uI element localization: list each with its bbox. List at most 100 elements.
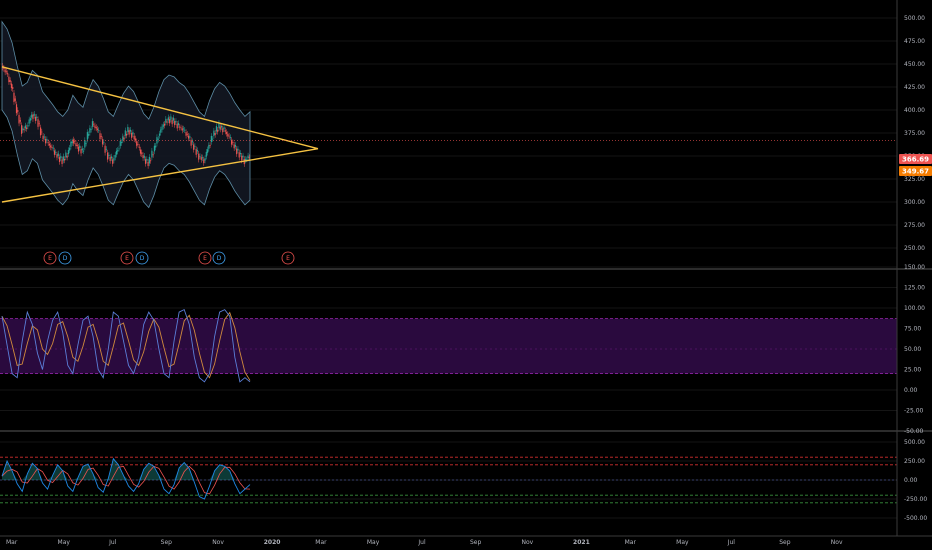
stochastic-axis-label[interactable]: 0.00	[904, 387, 918, 394]
time-axis-label[interactable]: 2020	[264, 539, 281, 546]
cci-axis-label[interactable]: 0.00	[904, 477, 918, 484]
candle-body	[70, 141, 72, 147]
candle-body	[90, 129, 92, 130]
candle-body	[214, 133, 216, 135]
time-axis-label[interactable]: Sep	[161, 539, 173, 546]
price-axis-label[interactable]: 275.00	[904, 222, 925, 229]
time-axis-label[interactable]: Jul	[108, 539, 117, 546]
time-axis-label[interactable]: Mar	[6, 539, 18, 546]
candle-body	[181, 128, 183, 131]
event-letter: E	[48, 255, 52, 262]
candle-body	[165, 118, 167, 123]
cci-axis-label[interactable]: 250.00	[904, 458, 925, 465]
candle-body	[204, 158, 206, 161]
trading-chart[interactable]: E D E D E D E 500.00 475.00 450.00 425.00 400.00 37…	[0, 0, 932, 550]
stochastic-axis-label[interactable]: 75.00	[904, 326, 921, 333]
candle-body	[242, 155, 244, 158]
candle-body	[113, 157, 115, 161]
candle-body	[189, 136, 191, 138]
cci-axis-label[interactable]: 500.00	[904, 439, 925, 446]
candle-body	[239, 152, 242, 155]
candle-body	[66, 155, 68, 158]
candle-body	[232, 142, 234, 143]
candle-body	[167, 117, 169, 121]
price-axis-label[interactable]: 500.00	[904, 15, 925, 22]
candle-body	[123, 137, 125, 140]
candle-body	[176, 123, 178, 129]
stochastic-axis-label[interactable]: 50.00	[904, 346, 921, 353]
time-axis-label[interactable]: Sep	[470, 539, 482, 546]
candle-body	[108, 154, 110, 156]
candle-body	[236, 148, 238, 155]
candle-body	[103, 142, 105, 143]
candle-body	[10, 83, 13, 89]
price-tag: 366.69	[899, 154, 932, 164]
candle-body	[247, 155, 249, 159]
time-axis-label[interactable]: Mar	[625, 539, 637, 546]
candle-body	[69, 147, 71, 151]
time-axis-label[interactable]: Nov	[522, 539, 534, 546]
candle-body	[241, 155, 243, 161]
candle-body	[177, 123, 180, 126]
candle-body	[74, 141, 76, 143]
candle-body	[227, 133, 229, 137]
candle-body	[53, 150, 56, 155]
candle-body	[47, 142, 49, 144]
candle-body	[124, 130, 126, 136]
candle-body	[238, 152, 240, 158]
candle-body	[222, 128, 224, 133]
candle-body	[26, 127, 28, 129]
price-axis-label[interactable]: 375.00	[904, 130, 925, 137]
time-axis-label[interactable]: Mar	[315, 539, 327, 546]
stochastic-pane[interactable]	[0, 309, 897, 383]
price-axis-label[interactable]: 400.00	[904, 107, 925, 114]
candle-body	[95, 127, 97, 129]
candle-body	[248, 157, 250, 159]
time-axis-label[interactable]: May	[676, 539, 689, 546]
price-axis-label[interactable]: 475.00	[904, 38, 925, 45]
candle-body	[99, 133, 101, 140]
candle-body	[36, 116, 38, 119]
candle-body	[152, 154, 154, 156]
stochastic-axis-label[interactable]: -50.00	[904, 428, 924, 435]
price-axis-label[interactable]: 425.00	[904, 84, 925, 91]
price-axis-label[interactable]: 450.00	[904, 61, 925, 68]
candle-body	[75, 143, 77, 147]
candle-body	[93, 123, 95, 125]
time-axis-label[interactable]: May	[58, 539, 71, 546]
time-axis-label[interactable]: 2021	[573, 539, 590, 546]
stochastic-axis-label[interactable]: 150.00	[904, 264, 925, 271]
stochastic-axis-label[interactable]: 25.00	[904, 367, 921, 374]
price-axis-label[interactable]: 250.00	[904, 245, 925, 252]
stochastic-axis-label[interactable]: 125.00	[904, 285, 925, 292]
time-axis-label[interactable]: Jul	[727, 539, 736, 546]
stochastic-axis-label[interactable]: 100.00	[904, 305, 925, 312]
candle-body	[8, 76, 10, 83]
event-letter: D	[63, 255, 68, 262]
candle-body	[22, 128, 24, 131]
event-letter: E	[286, 255, 290, 262]
candle-body	[137, 144, 139, 145]
candle-body	[166, 121, 168, 123]
candle-body	[110, 156, 113, 159]
candle-body	[118, 148, 120, 150]
time-axis-label[interactable]: May	[367, 539, 380, 546]
price-axis-label[interactable]: 300.00	[904, 199, 925, 206]
candle-body	[128, 130, 130, 135]
candle-body	[80, 149, 82, 154]
time-axis-label[interactable]: Nov	[831, 539, 843, 546]
stochastic-axis-label[interactable]: -25.00	[904, 408, 924, 415]
time-axis-label[interactable]: Sep	[779, 539, 791, 546]
candle-body	[86, 132, 88, 140]
candle-body	[18, 115, 20, 124]
cci-axis-label[interactable]: -250.00	[904, 496, 927, 503]
candle-body	[142, 155, 144, 159]
time-axis-label[interactable]: Nov	[212, 539, 224, 546]
cci-axis-label[interactable]: -500.00	[904, 515, 927, 522]
candle-body	[203, 159, 205, 164]
candle-body	[153, 145, 156, 152]
time-axis-label[interactable]: Jul	[417, 539, 426, 546]
candle-body	[32, 114, 34, 120]
candle-body	[7, 73, 9, 75]
price-axis-label[interactable]: 325.00	[904, 176, 925, 183]
